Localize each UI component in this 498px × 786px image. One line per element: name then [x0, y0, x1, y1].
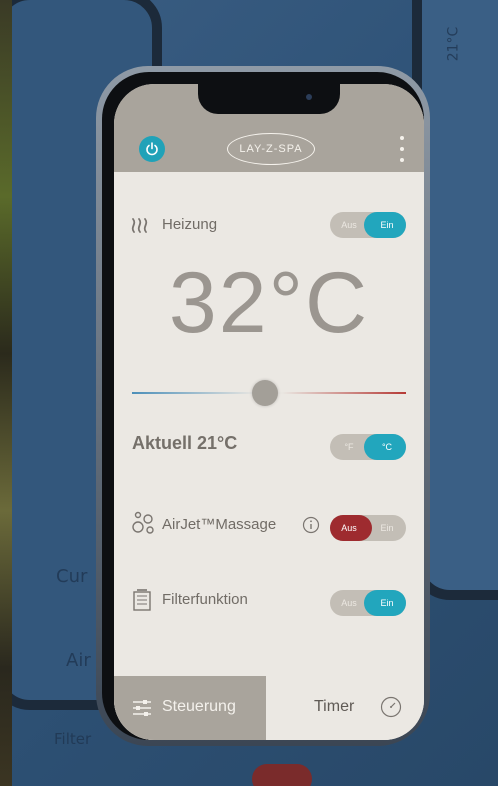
filter-toggle-on: Ein — [380, 598, 394, 608]
background-text-2: Air — [66, 650, 91, 671]
filter-toggle-off: Aus — [341, 598, 357, 608]
heating-toggle[interactable]: Aus Ein — [330, 212, 406, 238]
phone-notch — [198, 84, 340, 114]
background-pill — [252, 764, 312, 786]
app-screen: LAY-Z-SPA Heizung Aus Ein 32°C Aktuell 2… — [114, 84, 424, 740]
timer-icon[interactable] — [380, 696, 402, 718]
phone-bezel: LAY-Z-SPA Heizung Aus Ein 32°C Aktuell 2… — [102, 72, 424, 740]
heat-icon — [131, 218, 148, 233]
tab-timer[interactable]: Timer — [314, 698, 354, 716]
heating-toggle-on: Ein — [380, 220, 394, 230]
phone-frame: LAY-Z-SPA Heizung Aus Ein 32°C Aktuell 2… — [96, 66, 430, 746]
massage-label: AirJet™Massage — [162, 516, 277, 533]
filter-label: Filterfunktion — [162, 591, 248, 608]
tab-steuerung-label: Steuerung — [162, 698, 236, 715]
unit-fahrenheit: °F — [344, 442, 354, 452]
info-icon[interactable] — [302, 516, 320, 534]
camera-dot — [306, 94, 312, 100]
unit-celsius: °C — [381, 442, 393, 452]
background-text-3: Filter — [54, 730, 92, 748]
left-photo-strip — [0, 0, 12, 786]
more-options-icon[interactable] — [398, 136, 406, 162]
power-icon — [146, 142, 158, 156]
temperature-slider[interactable] — [132, 378, 406, 408]
power-button[interactable] — [139, 136, 165, 162]
background-text-4: 21°C — [445, 26, 462, 62]
current-temperature-label: Aktuell 21°C — [132, 433, 238, 453]
tab-steuerung[interactable]: Steuerung — [114, 676, 266, 740]
heating-toggle-off: Aus — [341, 220, 357, 230]
massage-toggle-on: Ein — [380, 523, 394, 533]
massage-toggle[interactable]: Aus Ein — [330, 515, 406, 541]
slider-thumb[interactable] — [252, 380, 278, 406]
sliders-icon — [133, 700, 151, 716]
filter-toggle[interactable]: Aus Ein — [330, 590, 406, 616]
massage-toggle-off: Aus — [341, 523, 357, 533]
bottom-navigation: Steuerung Timer — [114, 676, 424, 740]
filter-cartridge-icon — [133, 589, 151, 611]
heating-label: Heizung — [162, 216, 218, 233]
brand-logo: LAY-Z-SPA — [227, 133, 315, 165]
background-text-1: Cur — [56, 566, 88, 587]
airjet-bubbles-icon — [132, 511, 154, 534]
unit-toggle[interactable]: °F °C — [330, 434, 406, 460]
temperature-setpoint: 32°C — [168, 255, 370, 351]
